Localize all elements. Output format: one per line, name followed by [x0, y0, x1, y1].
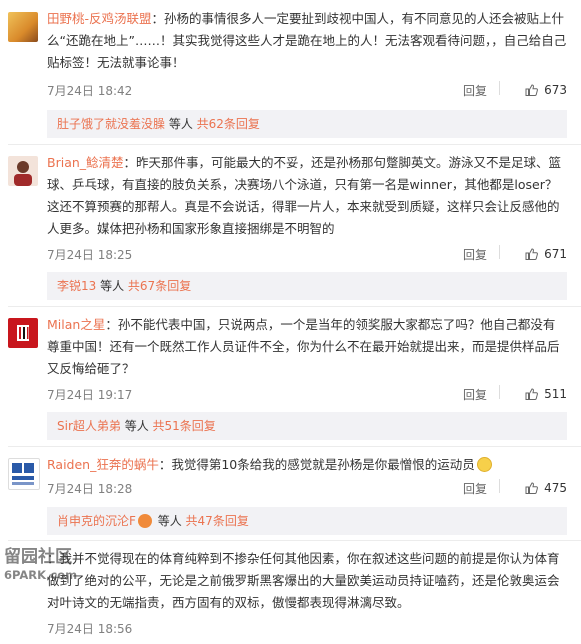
- like-button[interactable]: 511: [525, 386, 567, 401]
- reply-button[interactable]: 回复: [463, 246, 487, 263]
- sub-reply-username[interactable]: Sir超人弟弟: [57, 419, 121, 433]
- sub-reply-mid: 等人: [96, 279, 128, 293]
- like-button[interactable]: 671: [525, 246, 567, 261]
- divider: [8, 144, 581, 145]
- site-watermark: 留园社区 6PARK.com: [4, 548, 77, 584]
- club-crest-icon: [17, 325, 29, 341]
- smile-emoji-icon: [476, 457, 492, 472]
- comment-feed: 田野桃-反鸡汤联盟：孙杨的事情很多人一定要扯到歧视中国人，有不同意见的人还会被贴…: [0, 0, 581, 644]
- reply-button[interactable]: 回复: [463, 480, 487, 497]
- divider: [8, 446, 581, 447]
- comment-time: 7月24日 18:28: [47, 482, 133, 496]
- comment-username[interactable]: Brian_鲶清楚: [47, 155, 124, 170]
- comment-time: 7月24日 19:17: [47, 388, 133, 402]
- emoji-icon: [137, 514, 152, 528]
- comment-time: 7月24日 18:25: [47, 248, 133, 262]
- comment-text: ：我觉得第10条给我的感觉就是孙杨是你最憎恨的运动员: [158, 457, 475, 472]
- more-replies-link[interactable]: 共67条回复: [128, 279, 191, 293]
- comment-meta: 7月24日 18:56: [47, 620, 567, 638]
- comment-text: ：孙不能代表中国，只说两点，一个是当年的领奖服大家都忘了吗？他自己都没有尊重中国…: [47, 317, 560, 376]
- watermark-title: 留园社区: [4, 547, 72, 567]
- watermark-url: 6PARK.com: [4, 568, 78, 582]
- sub-replies-summary[interactable]: 肚子饿了就没羞没臊 等人 共62条回复: [47, 110, 567, 138]
- thumb-up-icon: [525, 84, 539, 96]
- avatar[interactable]: [8, 458, 40, 490]
- comment-meta: 7月24日 18:25 回复 671: [47, 245, 567, 264]
- like-count: 475: [544, 481, 567, 495]
- sub-reply-mid: 等人: [165, 117, 197, 131]
- more-replies-link[interactable]: 共51条回复: [153, 419, 216, 433]
- sub-reply-username[interactable]: 李锐13: [57, 279, 96, 293]
- avatar[interactable]: [8, 156, 38, 186]
- sub-reply-username[interactable]: 肚子饿了就没羞没臊: [57, 117, 165, 131]
- comment-text: ：昨天那件事，可能最大的不妥，还是孙杨那句蹩脚英文。游泳又不是足球、篮球、乒乓球…: [47, 155, 562, 236]
- thumb-up-icon: [525, 482, 539, 494]
- avatar-icon: [14, 161, 32, 186]
- reply-button[interactable]: 回复: [463, 386, 487, 403]
- avatar[interactable]: [8, 318, 38, 348]
- comment-username[interactable]: Milan之星: [47, 317, 105, 332]
- divider: [8, 540, 581, 541]
- sub-replies-summary[interactable]: 肖申克的沉沦F 等人 共47条回复: [47, 507, 567, 535]
- like-count: 671: [544, 247, 567, 261]
- like-count: 673: [544, 83, 567, 97]
- avatar-logo-icon: [12, 463, 34, 485]
- comment-meta: 7月24日 18:42 回复 673: [47, 81, 567, 100]
- sub-replies-summary[interactable]: Sir超人弟弟 等人 共51条回复: [47, 412, 567, 440]
- thumb-up-icon: [525, 388, 539, 400]
- divider: [499, 245, 500, 259]
- like-button[interactable]: 475: [525, 480, 567, 495]
- divider: [8, 306, 581, 307]
- comment-time: 7月24日 18:56: [47, 622, 133, 636]
- thumb-up-icon: [525, 248, 539, 260]
- divider: [499, 385, 500, 399]
- comment-time: 7月24日 18:42: [47, 84, 133, 98]
- like-count: 511: [544, 387, 567, 401]
- sub-reply-username[interactable]: 肖申克的沉沦F: [57, 514, 136, 528]
- divider: [499, 479, 500, 493]
- comment-username[interactable]: Raiden_狂奔的蜗牛: [47, 457, 159, 472]
- sub-reply-mid: 等人: [153, 514, 186, 528]
- avatar[interactable]: [8, 12, 38, 42]
- reply-button[interactable]: 回复: [463, 82, 487, 99]
- sub-replies-summary[interactable]: 李锐13 等人 共67条回复: [47, 272, 567, 300]
- sub-reply-mid: 等人: [120, 419, 153, 433]
- comment-text: ：我并不觉得现在的体育纯粹到不掺杂任何其他因素，你在叙述这些问题的前提是你认为体…: [47, 551, 560, 610]
- more-replies-link[interactable]: 共47条回复: [186, 514, 249, 528]
- divider: [499, 81, 500, 95]
- like-button[interactable]: 673: [525, 82, 567, 97]
- comment-meta: 7月24日 18:28 回复 475: [47, 479, 567, 498]
- comment-meta: 7月24日 19:17 回复 511: [47, 385, 567, 404]
- more-replies-link[interactable]: 共62条回复: [197, 117, 260, 131]
- comment-username[interactable]: 田野桃-反鸡汤联盟: [47, 11, 152, 26]
